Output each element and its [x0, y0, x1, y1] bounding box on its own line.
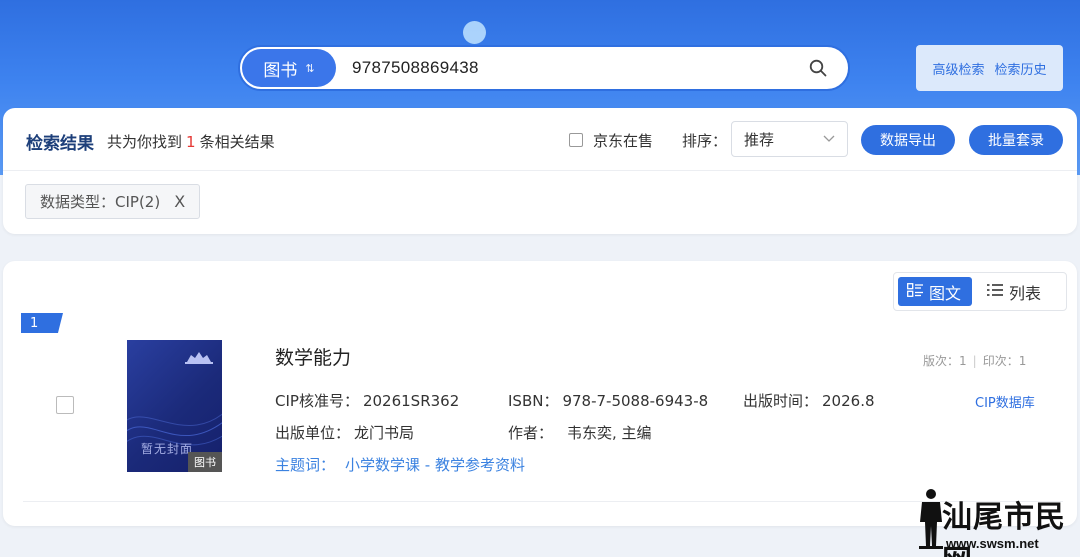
sort-value: 推荐: [744, 130, 775, 149]
publisher-value: 龙门书局: [354, 424, 415, 442]
batch-catalog-button[interactable]: 批量套录: [969, 125, 1063, 155]
search-bar[interactable]: 图书 ⇅ 9787508869438: [238, 45, 850, 91]
cip-database-link[interactable]: CIP数据库: [975, 392, 1035, 411]
count-number: 1: [186, 133, 196, 151]
search-input[interactable]: 9787508869438: [352, 58, 800, 78]
isbn-label: ISBN：: [508, 392, 559, 410]
count-suffix: 条相关结果: [199, 133, 275, 151]
jd-available-checkbox[interactable]: [569, 133, 583, 147]
pubdate-label: 出版时间：: [743, 392, 819, 410]
author-label: 作者：: [508, 424, 554, 442]
publisher-field: 出版单位： 龙门书局: [275, 422, 414, 443]
print-label: 印次：: [982, 354, 1019, 368]
publisher-label: 出版单位：: [275, 424, 351, 442]
book-title[interactable]: 数学能力: [275, 343, 351, 370]
swap-icon: ⇅: [305, 61, 315, 75]
edition-info: 版次：1 | 印次：1: [923, 354, 1027, 368]
print-value: 1: [1018, 354, 1027, 368]
site-watermark: 汕尾市民网 www.swsm.net: [916, 486, 1076, 557]
pubdate-field: 出版时间： 2026.8: [743, 390, 875, 411]
cover-type-badge: 图书: [188, 452, 222, 472]
row-checkbox[interactable]: [56, 396, 74, 414]
search-type-label: 图书: [263, 60, 298, 81]
search-icon[interactable]: [800, 50, 836, 86]
close-icon[interactable]: X: [174, 192, 185, 211]
subject-field: 主题词： 小学数学课 - 教学参考资料: [275, 454, 525, 475]
cip-value: 20261SR362: [362, 392, 460, 410]
chevron-down-icon: [823, 132, 835, 146]
search-history-link[interactable]: 检索历史: [995, 59, 1047, 78]
divider: [3, 170, 1077, 171]
grid-view-icon: [907, 282, 923, 301]
edition-value: 1: [959, 354, 967, 368]
isbn-field: ISBN： 978-7-5088-6943-8: [508, 390, 708, 411]
cip-label: CIP核准号：: [275, 392, 359, 410]
count-prefix: 共为你找到: [107, 133, 183, 151]
results-title: 检索结果: [26, 134, 94, 154]
subject-label: 主题词：: [275, 456, 336, 474]
rank-badge: 1: [21, 313, 63, 333]
results-count: 共为你找到 1 条相关结果: [107, 131, 275, 152]
author-field: 作者： 韦东奕, 主编: [508, 422, 652, 443]
view-toggle: 图文 列表: [893, 272, 1067, 311]
filter-tag[interactable]: 数据类型：CIP(2) X: [25, 184, 201, 219]
filter-tag-label: 数据类型：CIP(2): [40, 193, 161, 211]
cover-placeholder-text: 暂无封面: [141, 442, 194, 456]
edition-label: 版次：: [923, 354, 960, 368]
isbn-value: 978-7-5088-6943-8: [562, 392, 709, 410]
decorative-dot: [463, 21, 486, 44]
publisher-logo-icon: [185, 352, 213, 364]
jd-available-label: 京东在售: [593, 132, 654, 150]
export-data-button[interactable]: 数据导出: [861, 125, 955, 155]
cip-field: CIP核准号： 20261SR362: [275, 390, 459, 411]
list-view-button[interactable]: 列表: [978, 277, 1050, 306]
book-cover[interactable]: 暂无封面 图书: [127, 340, 222, 472]
sort-select[interactable]: 推荐: [731, 121, 848, 157]
list-view-label: 列表: [1009, 283, 1042, 303]
advanced-links: 高级检索 检索历史: [916, 45, 1063, 91]
list-view-icon: [987, 282, 1003, 301]
pubdate-value: 2026.8: [822, 392, 875, 410]
watermark-url: www.swsm.net: [946, 536, 1039, 551]
author-value: 韦东奕, 主编: [567, 424, 652, 442]
grid-view-button[interactable]: 图文: [898, 277, 972, 306]
divider: [23, 501, 1063, 502]
search-type-selector[interactable]: 图书 ⇅: [242, 49, 336, 87]
subject-link[interactable]: 小学数学课 - 教学参考资料: [345, 456, 525, 474]
advanced-search-link[interactable]: 高级检索: [932, 59, 984, 78]
results-header-panel: 检索结果 共为你找到 1 条相关结果 京东在售 排序： 推荐 数据导出 批量套录 数…: [3, 108, 1077, 234]
grid-view-label: 图文: [929, 283, 962, 303]
sort-label: 排序：: [682, 132, 728, 150]
